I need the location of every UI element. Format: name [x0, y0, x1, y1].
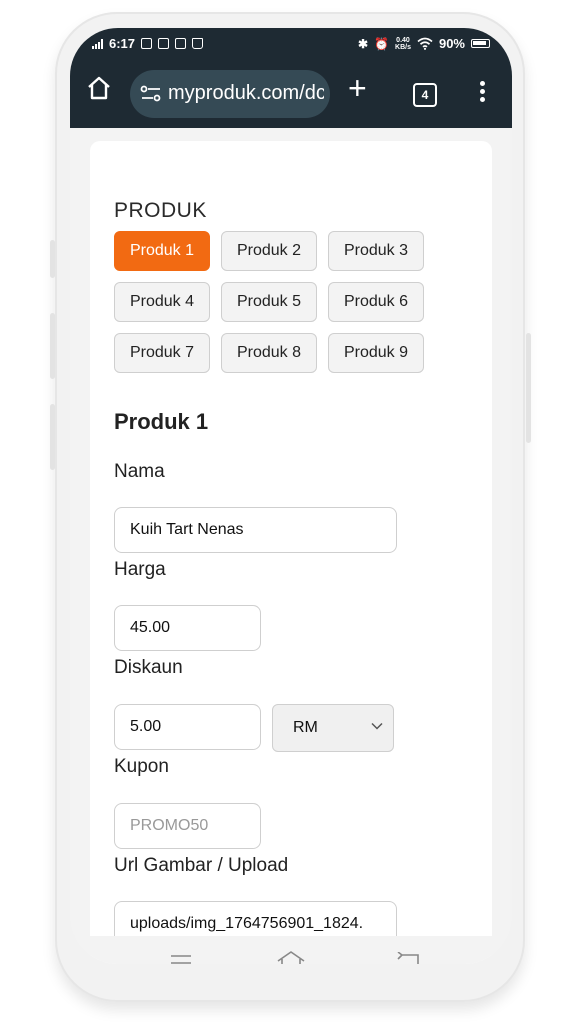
system-nav-bar: [70, 936, 512, 964]
diskaun-unit-value: RM: [293, 719, 318, 736]
volume-down-button: [50, 404, 55, 470]
chevron-down-icon: [371, 722, 383, 730]
app-notification-icon: [175, 38, 187, 49]
tab-count-button[interactable]: 4: [413, 83, 437, 107]
diskaun-label: Diskaun: [114, 657, 183, 678]
status-time: 6:17: [109, 36, 136, 51]
battery-percent: 90%: [438, 36, 465, 51]
facebook-notification-icon: [141, 38, 153, 49]
status-bar: 6:17 ✱ ⏰ 0.40 KB/s 90%: [70, 28, 512, 62]
power-button: [526, 333, 531, 443]
diskaun-unit-select[interactable]: RM: [272, 704, 394, 752]
phone-screen: 6:17 ✱ ⏰ 0.40 KB/s 90% myproduk.com/dc +…: [70, 28, 512, 964]
alarm-icon: ⏰: [374, 36, 390, 51]
product-form-card: PRODUK Produk 1 Produk 2 Produk 3 Produk…: [90, 141, 492, 964]
wifi-icon: [417, 37, 433, 50]
product-tab-8[interactable]: Produk 8: [221, 333, 317, 373]
volume-up-button: [50, 313, 55, 379]
site-settings-icon[interactable]: [140, 84, 162, 104]
signal-icon: [92, 38, 103, 49]
url-gambar-label: Url Gambar / Upload: [114, 855, 289, 876]
url-text[interactable]: myproduk.com/dc: [168, 82, 324, 105]
product-tab-7[interactable]: Produk 7: [114, 333, 210, 373]
harga-input[interactable]: 45.00: [114, 605, 261, 651]
net-speed-unit: KB/s: [395, 43, 411, 51]
nama-input[interactable]: Kuih Tart Nenas: [114, 507, 397, 553]
net-speed-value: 0.40: [396, 36, 410, 44]
address-bar[interactable]: myproduk.com/dc: [130, 70, 330, 118]
battery-icon: [471, 39, 490, 48]
mail-notification-icon: [158, 38, 170, 49]
recent-apps-icon[interactable]: [170, 954, 192, 964]
product-heading: Produk 1: [114, 409, 209, 434]
nama-label: Nama: [114, 461, 165, 482]
product-tab-9[interactable]: Produk 9: [328, 333, 424, 373]
product-tab-3[interactable]: Produk 3: [328, 231, 424, 271]
harga-label: Harga: [114, 559, 166, 580]
diskaun-input[interactable]: 5.00: [114, 704, 261, 750]
new-tab-button[interactable]: +: [348, 72, 367, 104]
section-title: PRODUK: [114, 199, 207, 222]
volume-button: [50, 240, 55, 278]
product-tab-5[interactable]: Produk 5: [221, 282, 317, 322]
kupon-input[interactable]: PROMO50: [114, 803, 261, 849]
nav-home-icon[interactable]: [276, 950, 306, 964]
bag-notification-icon: [192, 38, 204, 49]
product-tab-4[interactable]: Produk 4: [114, 282, 210, 322]
more-menu-icon[interactable]: [480, 81, 485, 105]
kupon-label: Kupon: [114, 756, 169, 777]
home-icon[interactable]: [86, 75, 112, 101]
product-tab-2[interactable]: Produk 2: [221, 231, 317, 271]
product-tab-1[interactable]: Produk 1: [114, 231, 210, 271]
bluetooth-icon: ✱: [358, 36, 369, 51]
product-tab-6[interactable]: Produk 6: [328, 282, 424, 322]
back-icon[interactable]: [396, 952, 420, 964]
